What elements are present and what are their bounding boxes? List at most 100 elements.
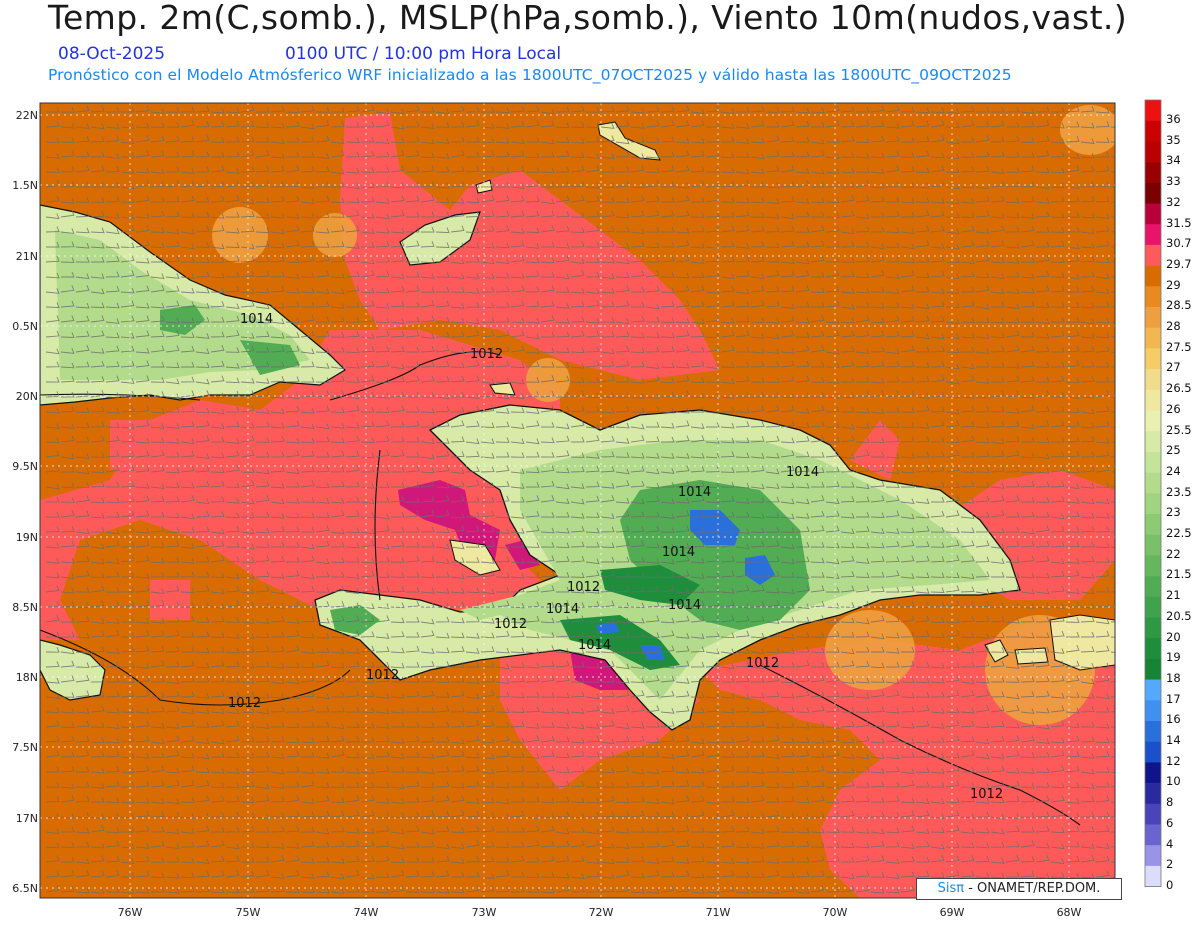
colorbar-level-label: 32: [1166, 194, 1181, 209]
lat-label: 9.5N: [12, 460, 38, 473]
colorbar-level-label: 22: [1166, 546, 1181, 561]
colorbar-level-label: 26.5: [1166, 381, 1192, 396]
colorbar-swatch: [1145, 327, 1161, 349]
isobar-label: 1014: [240, 312, 273, 327]
isobar-label: 1014: [786, 465, 819, 480]
colorbar-level-label: 20.5: [1166, 608, 1192, 623]
colorbar-swatch: [1145, 741, 1161, 763]
colorbar-swatch: [1145, 783, 1161, 805]
colorbar-swatch: [1145, 700, 1161, 722]
lat-label: 7.5N: [12, 741, 38, 754]
colorbar-swatch: [1145, 534, 1161, 556]
colorbar-level-label: 22.5: [1166, 526, 1192, 540]
page-title: Temp. 2m(C,somb.), MSLP(hPa,somb.), Vien…: [48, 0, 1128, 37]
lon-label: 69W: [939, 906, 965, 919]
colorbar-level-label: 34: [1166, 153, 1181, 168]
colorbar-level-label: 2: [1166, 857, 1174, 872]
colorbar-swatch: [1145, 100, 1161, 121]
forecast-date: 08-Oct-2025: [58, 44, 166, 64]
colorbar-level-label: 28.5: [1166, 298, 1192, 313]
forecast-map: 1014 1012 1012 1014 1014 1014 1014 1012 …: [39, 99, 1162, 899]
isobar-label: 1012: [970, 787, 1003, 802]
lat-label: 0.5N: [12, 320, 38, 333]
lat-label: 18N: [15, 671, 38, 684]
lon-label: 76W: [117, 906, 143, 919]
lat-label: 20N: [15, 390, 38, 403]
lon-label: 74W: [353, 906, 379, 919]
lat-label: 22N: [15, 109, 38, 122]
colorbar-level-label: 26: [1166, 401, 1181, 416]
colorbar-swatch: [1145, 638, 1161, 660]
colorbar-level-label: 10: [1166, 774, 1181, 789]
colorbar-level-label: 29.7: [1166, 256, 1192, 271]
colorbar-level-label: 8: [1166, 795, 1174, 810]
colorbar-swatch: [1145, 493, 1161, 515]
colorbar-swatch: [1145, 576, 1161, 598]
colorbar-level-label: 25.5: [1166, 422, 1192, 437]
isobar-label: 1014: [662, 545, 695, 560]
colorbar-level-label: 35: [1166, 132, 1181, 147]
colorbar-swatch: [1145, 472, 1161, 494]
credit-brand: Sisπ: [937, 881, 965, 896]
colorbar-level-label: 23: [1166, 505, 1181, 520]
colorbar-level-label: 24: [1166, 463, 1181, 478]
colorbar-level-label: 28: [1166, 319, 1181, 333]
isobar-label: 1014: [578, 638, 611, 653]
isobar-label: 1012: [494, 617, 527, 632]
colorbar-swatch: [1145, 555, 1161, 577]
colorbar-swatch: [1145, 307, 1161, 328]
colorbar-swatch: [1145, 348, 1161, 370]
colorbar-swatch: [1145, 182, 1161, 204]
colorbar-swatch: [1145, 514, 1161, 535]
isobar-label: 1012: [567, 580, 600, 595]
colorbar-swatch: [1145, 803, 1161, 825]
colorbar-level-label: 25: [1166, 443, 1181, 458]
colorbar-swatch: [1145, 596, 1161, 618]
lat-label: 1.5N: [12, 179, 38, 192]
colorbar-swatch: [1145, 203, 1161, 225]
colorbar-swatch: [1145, 369, 1161, 391]
colorbar-level-label: 17: [1166, 691, 1181, 706]
colorbar-swatch: [1145, 431, 1161, 453]
colorbar-swatch: [1145, 865, 1161, 887]
colorbar-swatch: [1145, 120, 1161, 142]
colorbar-level-label: 29: [1166, 277, 1181, 292]
lon-label: 72W: [588, 906, 614, 919]
isobar-label: 1012: [366, 668, 399, 683]
colorbar-level-label: 36: [1166, 112, 1181, 126]
credit-box: Sisπ - ONAMET/REP.DOM.: [916, 878, 1122, 900]
colorbar-swatch: [1145, 389, 1161, 411]
colorbar-level-label: 19: [1166, 650, 1181, 665]
colorbar-swatch: [1145, 410, 1161, 432]
colorbar-swatch: [1145, 286, 1161, 308]
colorbar-level-label: 6: [1166, 815, 1174, 830]
colorbar-swatch: [1145, 658, 1161, 680]
colorbar: [1144, 99, 1162, 887]
lon-label: 75W: [235, 906, 261, 919]
colorbar-level-label: 27.5: [1166, 339, 1192, 354]
colorbar-swatch: [1145, 265, 1161, 287]
lat-label: 21N: [15, 250, 38, 263]
isobar-label: 1012: [746, 656, 779, 671]
lat-label: 17N: [15, 812, 38, 825]
colorbar-level-label: 21.5: [1166, 567, 1192, 582]
lon-label: 70W: [822, 906, 848, 919]
lat-label: 19N: [15, 531, 38, 544]
colorbar-level-label: 33: [1166, 174, 1181, 189]
isobar-label: 1014: [546, 602, 579, 617]
colorbar-level-label: 18: [1166, 670, 1181, 685]
colorbar-level-label: 31.5: [1166, 215, 1192, 230]
colorbar-swatch: [1145, 845, 1161, 867]
colorbar-level-label: 14: [1166, 733, 1181, 747]
lat-label: 6.5N: [12, 882, 38, 895]
colorbar-level-label: 16: [1166, 712, 1181, 727]
colorbar-swatch: [1145, 224, 1161, 246]
lon-label: 68W: [1056, 906, 1082, 919]
lon-label: 71W: [705, 906, 731, 919]
forecast-time: 0100 UTC / 10:00 pm Hora Local: [285, 44, 562, 64]
isobar-label: 1012: [470, 347, 503, 362]
colorbar-level-label: 0: [1166, 877, 1174, 892]
colorbar-swatch: [1145, 244, 1161, 266]
colorbar-level-label: 23.5: [1166, 484, 1192, 499]
isobar-label: 1012: [228, 696, 261, 711]
